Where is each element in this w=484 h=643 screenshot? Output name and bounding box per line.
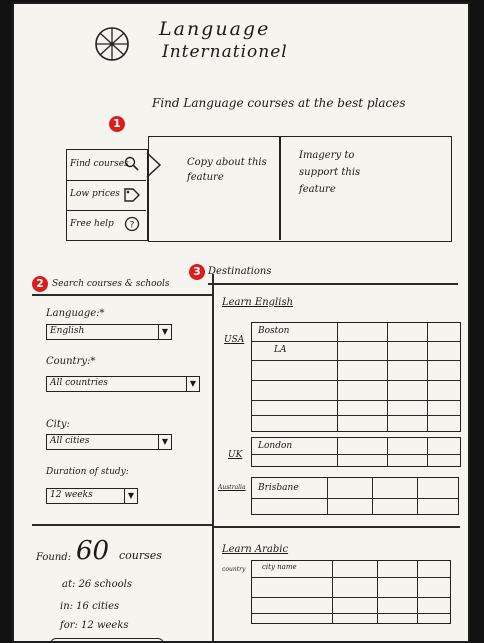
app-title-line1: Language [159, 18, 271, 40]
feature-imagery-placeholder: Imagery to support this feature [299, 150, 361, 195]
city-select-value: All cities [50, 436, 90, 446]
language-select-value: English [50, 326, 85, 336]
menu-item-label: Low prices [70, 189, 120, 199]
chevron-down-icon: ▼ [186, 377, 199, 391]
language-select[interactable]: English ▼ [46, 324, 172, 340]
country-select[interactable]: All countries ▼ [46, 376, 200, 392]
destinations-divider [208, 283, 458, 285]
feature-copy-placeholder: Copy about this feature [187, 157, 267, 183]
city-brisbane[interactable]: Brisbane [258, 483, 299, 493]
menu-item-free-help[interactable]: Free help ? [67, 210, 146, 239]
country-usa[interactable]: USA [224, 335, 244, 345]
badge-3: 3 [189, 264, 205, 280]
results-weeks: for: 12 weeks [60, 620, 129, 631]
city-select[interactable]: All cities ▼ [46, 434, 172, 450]
wireframe-sheet: Language Internationel Find Language cou… [12, 2, 470, 643]
city-la[interactable]: LA [274, 345, 286, 355]
uk-schools-grid: London [251, 437, 461, 467]
duration-label: Duration of study: [46, 467, 129, 477]
city-boston[interactable]: Boston [258, 326, 289, 336]
badge-1: 1 [109, 116, 125, 132]
found-suffix: courses [119, 549, 162, 562]
arabic-divider [214, 526, 460, 528]
duration-select[interactable]: 12 weeks ▼ [46, 488, 138, 504]
found-count: 60 [76, 536, 110, 566]
search-divider [32, 294, 212, 296]
found-prefix: Found: [36, 552, 72, 563]
arabic-schools-grid: city name [251, 560, 451, 624]
feature-panel: Copy about this feature Imagery to suppo… [148, 136, 452, 242]
search-heading: Search courses & schools [52, 279, 170, 289]
column-divider [212, 274, 214, 641]
view-results-button[interactable] [50, 638, 164, 641]
usa-schools-grid: Boston LA [251, 322, 461, 432]
question-icon: ? [124, 216, 140, 232]
app-title-line2: Internationel [162, 42, 288, 62]
language-label: Language:* [46, 308, 105, 319]
menu-item-low-prices[interactable]: Low prices [67, 180, 146, 211]
chevron-down-icon: ▼ [124, 489, 137, 503]
tagline: Find Language courses at the best places [152, 96, 406, 110]
duration-select-value: 12 weeks [50, 490, 93, 500]
menu-item-label: Find courses [70, 159, 129, 169]
learn-arabic-link[interactable]: Learn Arabic [222, 544, 288, 555]
country-label: Country:* [46, 356, 96, 367]
badge-2: 2 [32, 276, 48, 292]
arabic-city-placeholder[interactable]: city name [262, 563, 297, 571]
globe-logo-icon [95, 27, 129, 61]
learn-english-link[interactable]: Learn English [222, 297, 293, 308]
menu-item-label: Free help [70, 219, 114, 229]
chevron-down-icon: ▼ [158, 435, 171, 449]
menu-item-find-courses[interactable]: Find courses [67, 150, 146, 181]
arabic-country-label: country [222, 566, 246, 573]
country-uk[interactable]: UK [228, 450, 242, 460]
results-cities: in: 16 cities [60, 601, 120, 612]
destinations-heading: Destinations [208, 266, 272, 277]
tag-icon [124, 188, 140, 202]
country-australia[interactable]: Australia [218, 484, 246, 491]
city-london[interactable]: London [258, 441, 292, 451]
city-label: City: [46, 419, 70, 430]
feature-menu: Find courses Low prices Free help ? [66, 149, 148, 241]
results-schools: at: 26 schools [62, 579, 132, 590]
magnifier-icon [124, 156, 139, 171]
chevron-down-icon: ▼ [158, 325, 171, 339]
results-divider [32, 524, 212, 526]
svg-text:?: ? [130, 221, 135, 231]
country-select-value: All countries [50, 378, 108, 388]
australia-schools-grid: Brisbane [251, 477, 459, 515]
